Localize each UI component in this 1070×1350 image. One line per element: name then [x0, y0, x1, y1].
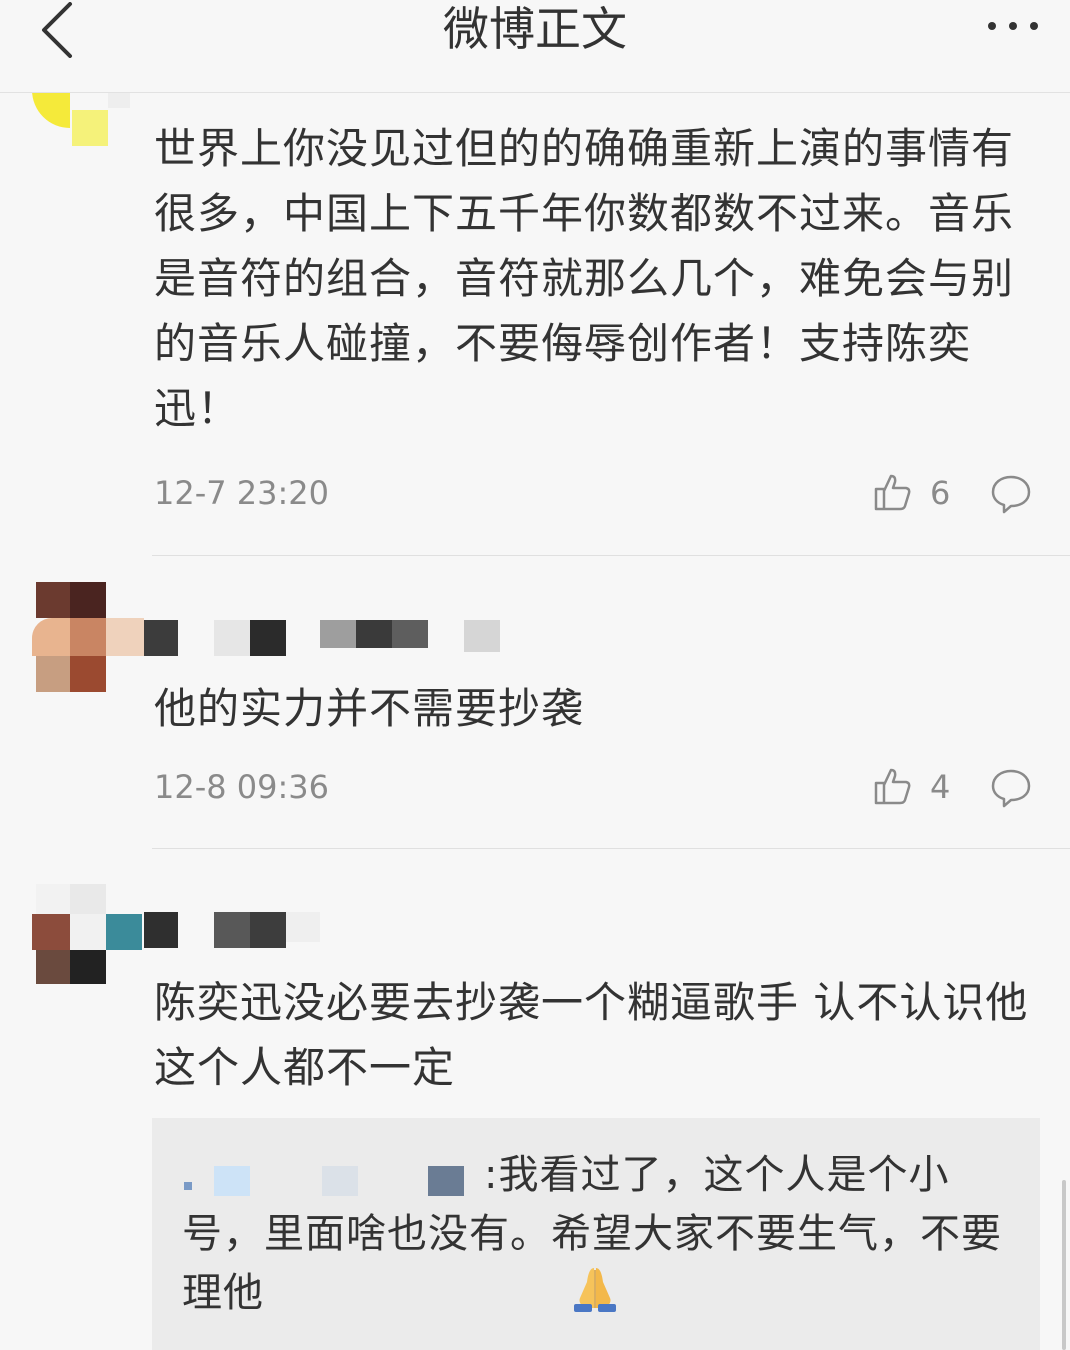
username-redacted[interactable]: [144, 912, 324, 948]
username-redacted[interactable]: [144, 620, 504, 656]
more-options-button[interactable]: [986, 16, 1042, 36]
divider: [152, 555, 1070, 556]
like-button[interactable]: 6: [872, 472, 952, 516]
speech-bubble-icon: [991, 769, 1031, 808]
comment-time: 12-7 23:20: [154, 474, 330, 512]
top-nav-bar: 微博正文: [0, 0, 1070, 93]
like-count: 4: [930, 768, 951, 806]
speech-bubble-icon: [991, 475, 1031, 514]
reply-button[interactable]: [990, 474, 1032, 514]
avatar[interactable]: [32, 582, 144, 692]
reply-button[interactable]: [990, 768, 1032, 808]
comment-text: 他的实力并不需要抄袭: [154, 684, 585, 733]
like-count: 6: [930, 474, 951, 512]
comment-item: 他的实力并不需要抄袭 12-8 09:36 4: [0, 560, 1070, 850]
thumbs-up-icon: [874, 768, 911, 805]
divider: [152, 848, 1070, 849]
reply-text: :我看过了，这个人是个小号，里面啥也没有。希望大家不要生气，不要理他: [182, 1146, 1012, 1329]
praying-hands-emoji: [266, 1264, 622, 1329]
avatar[interactable]: [32, 884, 142, 984]
more-dots-icon: [988, 22, 1038, 30]
comment-text: 世界上你没见过但的的确确重新上演的事情有很多，中国上下五千年你数都数不过来。音乐…: [154, 124, 1015, 433]
nested-reply[interactable]: :我看过了，这个人是个小号，里面啥也没有。希望大家不要生气，不要理他: [152, 1118, 1040, 1350]
comment-text: 陈奕迅没必要去抄袭一个糊逼歌手 认不认识他这个人都不一定: [154, 978, 1029, 1092]
page-title: 微博正文: [443, 2, 627, 56]
thumbs-up-icon: [874, 474, 911, 511]
like-button[interactable]: 4: [872, 766, 952, 810]
scrollbar[interactable]: [1062, 1180, 1066, 1350]
comment-time: 12-8 09:36: [154, 768, 330, 806]
